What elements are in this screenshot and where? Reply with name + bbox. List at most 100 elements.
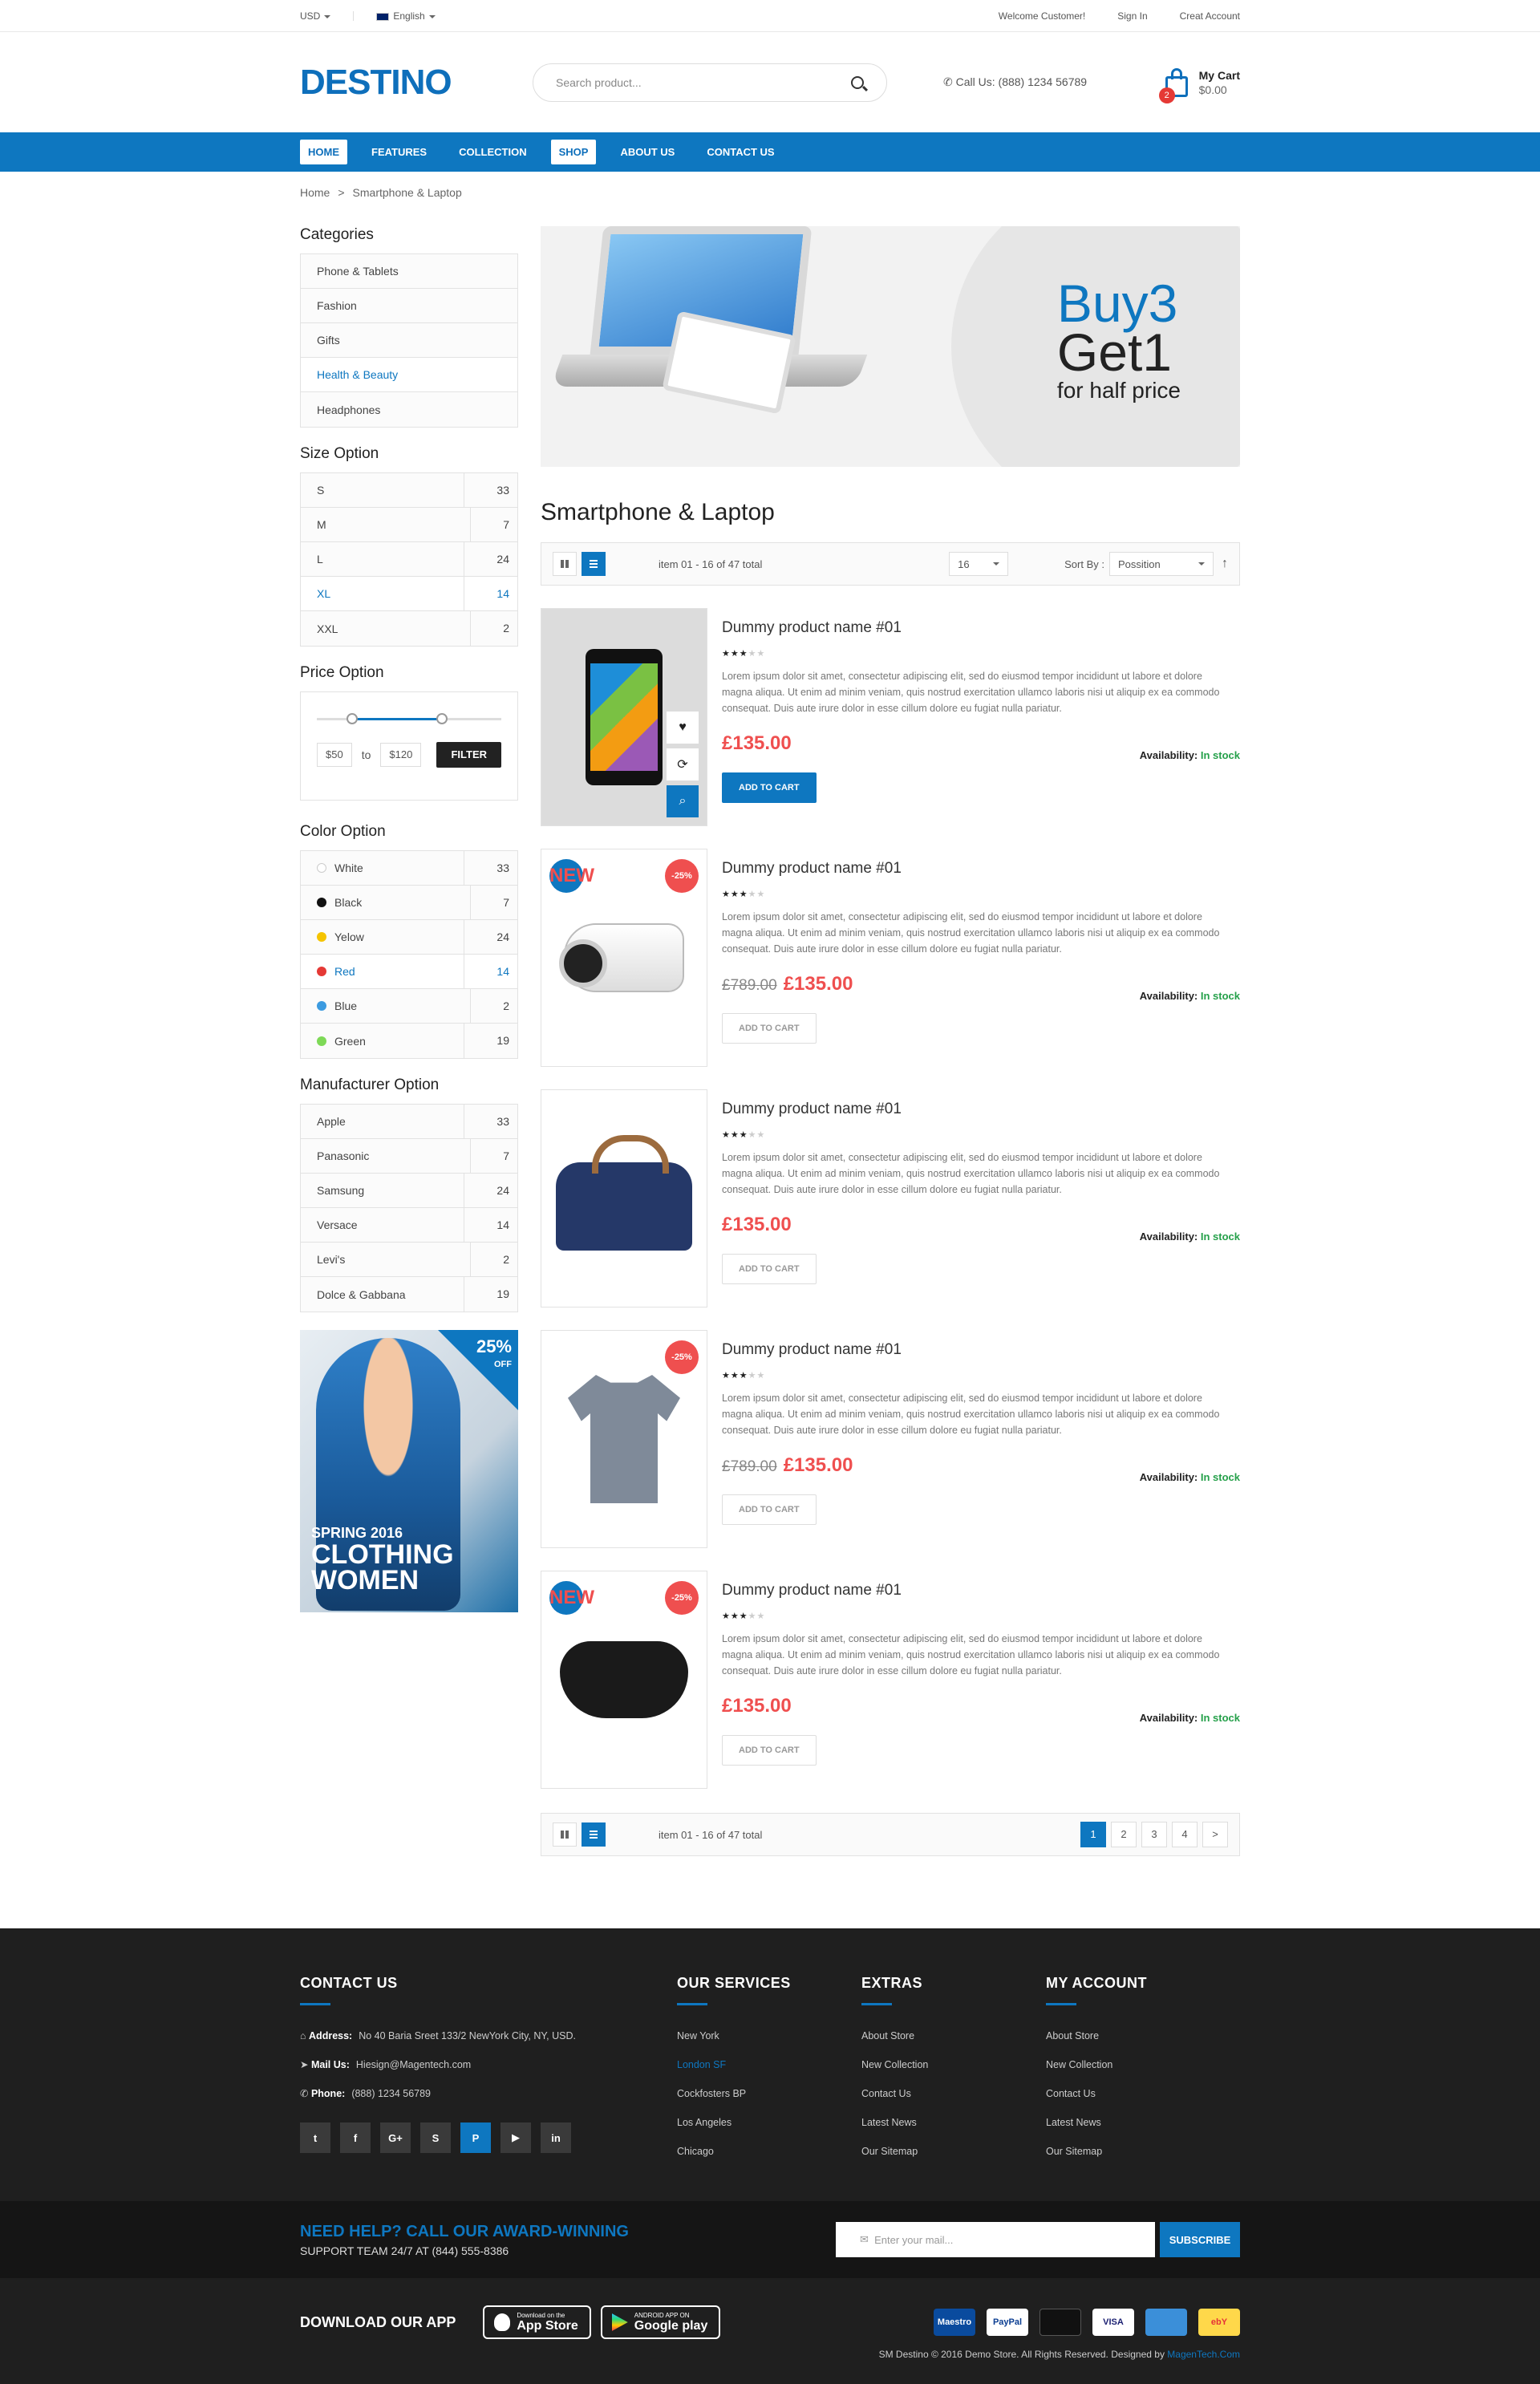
footer-link[interactable]: Chicago	[677, 2137, 861, 2166]
add-to-cart-button[interactable]: ADD TO CART	[722, 772, 817, 803]
footer-link[interactable]: London SF	[677, 2050, 861, 2079]
size-item[interactable]: XXL 2	[301, 611, 517, 646]
grid-view-button[interactable]	[553, 1822, 577, 1847]
manufacturer-item[interactable]: Panasonic 7	[301, 1138, 517, 1174]
filter-button[interactable]: FILTER	[436, 742, 501, 768]
page-4[interactable]: 4	[1172, 1822, 1198, 1847]
currency-select[interactable]: USD	[300, 10, 331, 22]
sort-direction-icon[interactable]: ↑	[1222, 557, 1228, 571]
size-item[interactable]: S 33	[301, 472, 517, 508]
manufacturer-item[interactable]: Versace 14	[301, 1207, 517, 1243]
manufacturer-item[interactable]: Levi's 2	[301, 1242, 517, 1277]
manufacturer-item[interactable]: Samsung 24	[301, 1173, 517, 1208]
limit-select[interactable]: 16	[949, 552, 1009, 576]
product-name[interactable]: Dummy product name #01	[722, 619, 1240, 637]
footer-link[interactable]: Our Sitemap	[1046, 2137, 1230, 2166]
create-account-link[interactable]: Creat Account	[1180, 10, 1240, 22]
pinterest-icon[interactable]: P	[460, 2122, 491, 2153]
grid-view-button[interactable]	[553, 552, 577, 576]
color-item[interactable]: White 33	[301, 850, 517, 886]
nav-features[interactable]: FEATURES	[363, 140, 435, 164]
footer-link[interactable]: New Collection	[861, 2050, 1046, 2079]
category-item[interactable]: Health & Beauty	[301, 358, 517, 392]
product-thumbnail[interactable]: NEW -25%	[541, 849, 707, 1067]
category-item[interactable]: Gifts	[301, 323, 517, 358]
page-2[interactable]: 2	[1111, 1822, 1137, 1847]
category-item[interactable]: Fashion	[301, 289, 517, 323]
next-page[interactable]: >	[1202, 1822, 1228, 1847]
list-view-button[interactable]	[582, 552, 606, 576]
manufacturer-item[interactable]: Dolce & Gabbana 19	[301, 1277, 517, 1312]
footer-link[interactable]: New Collection	[1046, 2050, 1230, 2079]
color-item[interactable]: Green 19	[301, 1024, 517, 1058]
signin-link[interactable]: Sign In	[1117, 10, 1147, 22]
list-view-button[interactable]	[582, 1822, 606, 1847]
nav-about[interactable]: ABOUT US	[612, 140, 683, 164]
add-to-cart-button[interactable]: ADD TO CART	[722, 1735, 817, 1766]
footer-link[interactable]: New York	[677, 2021, 861, 2050]
twitter-icon[interactable]: t	[300, 2122, 330, 2153]
size-item[interactable]: L 24	[301, 541, 517, 577]
footer-link[interactable]: Contact Us	[861, 2079, 1046, 2108]
category-item[interactable]: Headphones	[301, 392, 517, 427]
sort-select[interactable]: Possition	[1109, 552, 1214, 576]
slider-handle-max[interactable]	[436, 713, 448, 724]
heart-icon[interactable]: ♥	[667, 712, 699, 744]
category-item[interactable]: Phone & Tablets	[301, 254, 517, 289]
google-plus-icon[interactable]: G+	[380, 2122, 411, 2153]
page-1[interactable]: 1	[1080, 1822, 1106, 1847]
search-input[interactable]: Search product...	[533, 63, 887, 102]
mini-cart[interactable]: 2 My Cart $0.00	[1158, 67, 1240, 103]
search-icon[interactable]	[851, 75, 864, 89]
price-min-field[interactable]: $50	[317, 743, 352, 767]
add-to-cart-button[interactable]: ADD TO CART	[722, 1494, 817, 1525]
product-name[interactable]: Dummy product name #01	[722, 860, 1240, 878]
quickview-search-icon[interactable]: ⌕	[667, 785, 699, 817]
color-item[interactable]: Red 14	[301, 954, 517, 989]
compare-icon[interactable]: ⟳	[667, 748, 699, 780]
color-item[interactable]: Yelow 24	[301, 919, 517, 955]
product-thumbnail[interactable]: ♥ ⟳ ⌕	[541, 608, 707, 826]
footer-link[interactable]: About Store	[861, 2021, 1046, 2050]
footer-link[interactable]: Latest News	[861, 2108, 1046, 2137]
product-name[interactable]: Dummy product name #01	[722, 1101, 1240, 1118]
add-to-cart-button[interactable]: ADD TO CART	[722, 1013, 817, 1044]
nav-contact[interactable]: CONTACT US	[699, 140, 782, 164]
designer-link[interactable]: MagenTech.Com	[1167, 2349, 1240, 2360]
size-item[interactable]: M7	[301, 507, 517, 542]
footer-link[interactable]: Contact Us	[1046, 2079, 1230, 2108]
price-max-field[interactable]: $120	[380, 743, 422, 767]
manufacturer-item[interactable]: Apple 33	[301, 1104, 517, 1139]
breadcrumb-home[interactable]: Home	[300, 186, 330, 199]
facebook-icon[interactable]: f	[340, 2122, 371, 2153]
nav-collection[interactable]: COLLECTION	[451, 140, 535, 164]
footer-link[interactable]: Cockfosters BP	[677, 2079, 861, 2108]
nav-home[interactable]: HOME	[300, 140, 347, 164]
add-to-cart-button[interactable]: ADD TO CART	[722, 1254, 817, 1284]
newsletter-email-input[interactable]: ✉ Enter your mail...	[836, 2222, 1155, 2257]
color-item[interactable]: Black 7	[301, 885, 517, 920]
google-play-button[interactable]: ANDROID APP ON Google play	[600, 2305, 721, 2339]
color-item[interactable]: Blue 2	[301, 988, 517, 1024]
footer-link[interactable]: About Store	[1046, 2021, 1230, 2050]
promo-banner[interactable]: 25% OFF SPRING 2016 CLOTHING WOMEN	[300, 1330, 518, 1612]
skype-icon[interactable]: S	[420, 2122, 451, 2153]
price-slider[interactable]	[317, 713, 501, 724]
linkedin-icon[interactable]: in	[541, 2122, 571, 2153]
category-banner[interactable]: Buy3 Get1 for half price	[541, 226, 1240, 467]
nav-shop[interactable]: SHOP	[550, 140, 597, 164]
product-name[interactable]: Dummy product name #01	[722, 1582, 1240, 1599]
size-item[interactable]: XL 14	[301, 576, 517, 611]
product-thumbnail[interactable]	[541, 1089, 707, 1308]
footer-link[interactable]: Our Sitemap	[861, 2137, 1046, 2166]
logo[interactable]: DESTINO	[300, 63, 533, 103]
page-3[interactable]: 3	[1141, 1822, 1167, 1847]
footer-link[interactable]: Latest News	[1046, 2108, 1230, 2137]
product-thumbnail[interactable]: -25%	[541, 1330, 707, 1548]
slider-handle-min[interactable]	[346, 713, 358, 724]
footer-link[interactable]: Los Angeles	[677, 2108, 861, 2137]
product-thumbnail[interactable]: NEW -25%	[541, 1571, 707, 1789]
product-name[interactable]: Dummy product name #01	[722, 1341, 1240, 1359]
youtube-icon[interactable]: ▶	[500, 2122, 531, 2153]
language-select[interactable]: English	[376, 10, 436, 22]
